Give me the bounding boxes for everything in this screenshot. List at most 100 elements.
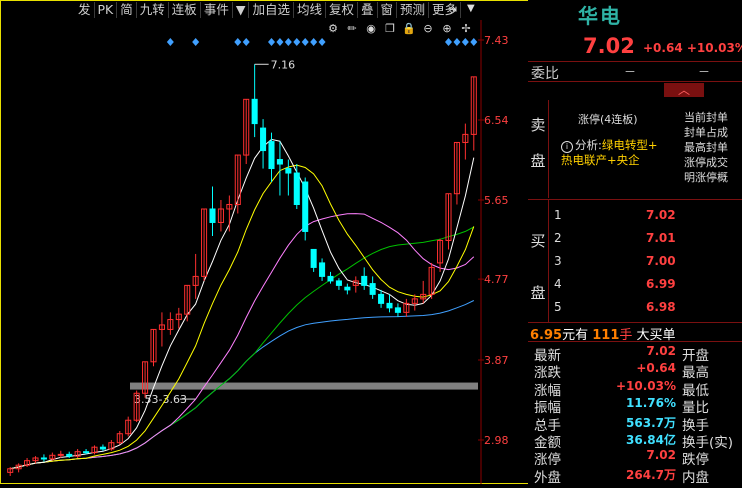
last-price: 7.02 <box>583 34 635 58</box>
copy-icon[interactable]: ❐ <box>382 22 398 36</box>
toolbar-item[interactable]: 发 <box>75 2 95 18</box>
price-axis-label: 5.65 <box>484 194 509 207</box>
candle-body <box>394 307 401 313</box>
event-diamond-icon <box>192 38 200 46</box>
buy-price: 6.98 <box>646 300 676 314</box>
event-diamond-icon <box>453 38 461 46</box>
info-icon: i <box>561 141 573 153</box>
quote-value: 264.7万 <box>626 467 676 482</box>
event-diamond-icon <box>242 38 250 46</box>
divider <box>528 81 742 82</box>
toolbar-item[interactable]: 加自选 <box>249 2 294 18</box>
buy-level: 2 <box>554 231 562 245</box>
quote-row: 振幅 11.76% 量比 <box>534 396 742 416</box>
candle-body <box>57 453 64 456</box>
lock-icon[interactable]: 🔒 <box>401 22 417 36</box>
quote-row: 最新 7.02 开盘 <box>534 344 742 364</box>
event-diamond-icon <box>293 38 301 46</box>
divider <box>528 341 742 342</box>
quote-label-2: 内盘 <box>682 469 709 486</box>
sell-label: 卖 盘 <box>528 100 549 198</box>
menu-dropdown-icon[interactable]: ▼ <box>467 3 475 14</box>
weibi-value: － <box>624 65 637 79</box>
event-diamond-icon <box>310 38 318 46</box>
price-axis-label: 6.54 <box>484 114 509 127</box>
candle-body <box>327 275 334 282</box>
event-diamond-icon <box>166 38 174 46</box>
quote-row: 外盘 264.7万 内盘 <box>534 466 742 486</box>
seal-info-label: 最高封单 <box>684 141 728 154</box>
eye-icon[interactable]: ◉ <box>363 22 379 36</box>
candle-body <box>66 453 73 457</box>
event-diamond-icon <box>268 38 275 46</box>
event-diamond-icon <box>445 38 452 46</box>
event-diamond-icon <box>276 38 284 46</box>
quote-panel: 华电 7.02 +0.64 +10.03% 委比 － － ︿ 卖 盘 涨停(4连… <box>528 0 742 486</box>
kline-svg: 7.43 6.54 5.65 4.77 3.87 2.98 3.53-3.63 7.16 <box>7 20 509 484</box>
chart-tool-icons: ⚙ ✏ ◉ ❐ 🔒 ⊖ ⊕ ✢ <box>325 22 474 36</box>
buy-price: 7.02 <box>646 208 676 222</box>
toolbar-item[interactable]: 事件 <box>201 2 233 18</box>
exit-icon[interactable]: ⇥ <box>447 2 461 16</box>
quote-label: 外盘 <box>534 469 561 486</box>
toolbar-item[interactable]: 九转 <box>137 2 169 18</box>
toolbar-item[interactable]: 预测 <box>397 2 430 18</box>
candle-body <box>285 168 292 174</box>
candle-body <box>369 283 376 295</box>
buy-level: 4 <box>554 277 562 291</box>
quote-value: +10.03% <box>615 378 676 393</box>
toolbar-item[interactable]: PK <box>95 2 118 18</box>
zoom-in-icon[interactable]: ⊕ <box>439 22 455 36</box>
pin-icon[interactable]: ✢ <box>458 22 474 36</box>
candle-body <box>319 262 326 277</box>
quote-row: 涨跌 +0.64 最高 <box>534 361 742 381</box>
quote-value: 563.7万 <box>626 415 676 430</box>
seal-order-info: 当前封单 封单占成 最高封单 涨停成交 明涨停概 <box>684 110 728 185</box>
buy-label: 买 盘 <box>528 200 549 322</box>
toolbar-item[interactable]: ▼ <box>233 2 250 18</box>
toolbar-item[interactable]: 复权 <box>326 2 358 18</box>
chevron-up-icon: ︿ <box>678 83 691 97</box>
event-diamond-icon <box>234 38 242 46</box>
candle-body <box>251 98 258 125</box>
buy-price: 7.00 <box>646 254 676 268</box>
toolbar-item[interactable]: 叠 <box>358 2 378 18</box>
ma30-line <box>10 226 475 470</box>
kline-chart[interactable]: 7.43 6.54 5.65 4.77 3.87 2.98 3.53-3.63 7.16 <box>0 20 527 484</box>
event-diamond-icon <box>470 38 478 46</box>
quote-value: 7.02 <box>646 448 676 463</box>
divider <box>528 322 742 323</box>
buy-price: 6.99 <box>646 277 676 291</box>
candle-body <box>310 248 317 268</box>
toolbar-item[interactable]: 简 <box>117 2 137 18</box>
price-axis-label: 2.98 <box>484 434 509 447</box>
ma10-line <box>10 164 475 470</box>
event-diamond-icon <box>318 38 326 46</box>
quote-row: 总手 563.7万 换手 <box>534 414 742 434</box>
toolbar-item[interactable]: 连板 <box>169 2 201 18</box>
seal-info-label: 当前封单 <box>684 111 728 124</box>
candle-body <box>83 451 90 454</box>
analysis-text[interactable]: i 分析:绿电转型+ 热电联产+央企 <box>561 138 679 168</box>
collapse-button[interactable]: ︿ <box>664 83 704 97</box>
toolbar-item[interactable]: 均线 <box>294 2 326 18</box>
toolbar-item[interactable]: 窗 <box>378 2 398 18</box>
event-diamond-icon <box>284 38 292 46</box>
settings-icon[interactable]: ⚙ <box>325 22 341 36</box>
buy-level: 1 <box>554 208 562 222</box>
candle-body <box>361 275 368 286</box>
quote-value: 7.02 <box>646 344 676 358</box>
candle-body <box>335 280 342 286</box>
seal-info-label: 涨停成交 <box>684 156 728 169</box>
buy-price: 7.01 <box>646 231 676 245</box>
ruler-icon[interactable]: ✏ <box>344 22 360 36</box>
candle-body <box>302 181 309 232</box>
price-axis-label: 4.77 <box>484 273 509 286</box>
candle-body <box>40 457 47 460</box>
quote-row: 涨幅 +10.03% 最低 <box>534 378 742 399</box>
candle-body <box>268 141 275 170</box>
zoom-out-icon[interactable]: ⊖ <box>420 22 436 36</box>
change-pct: +10.03% <box>686 41 742 55</box>
seal-info-label: 明涨停概 <box>684 171 728 184</box>
candle-body <box>209 208 216 223</box>
